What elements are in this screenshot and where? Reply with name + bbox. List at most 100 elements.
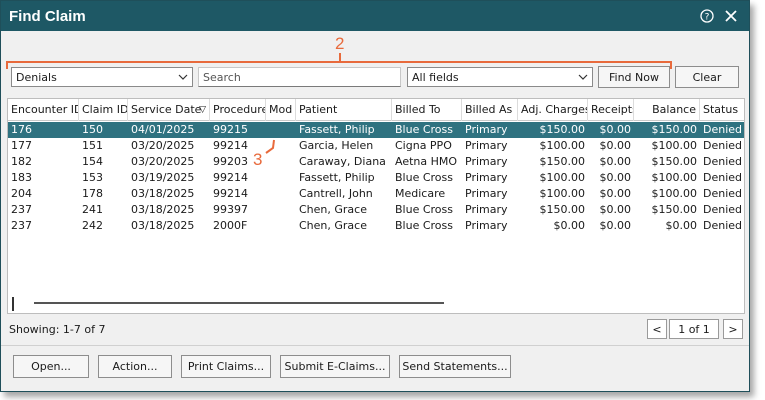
find-now-button[interactable]: Find Now: [598, 66, 670, 88]
cell-status: Denied: [703, 123, 743, 136]
header-billed-as[interactable]: Billed As: [462, 99, 518, 121]
header-mod[interactable]: Mod: [266, 99, 296, 121]
header-receipts[interactable]: Receipts: [588, 99, 634, 121]
cell-claim: 154: [82, 155, 103, 168]
help-icon[interactable]: ?: [697, 6, 717, 26]
cell-claim: 153: [82, 171, 103, 184]
header-balance[interactable]: Balance: [634, 99, 700, 121]
cell-encounter: 177: [11, 139, 32, 152]
horizontal-scrollbar[interactable]: [8, 295, 744, 313]
cell-charges: $100.00: [539, 139, 586, 152]
header-service-date-label: Service Date: [131, 103, 202, 116]
header-encounter-id[interactable]: Encounter ID: [8, 99, 79, 121]
title-bar: Find Claim ?: [1, 1, 749, 31]
cell-claim: 241: [82, 203, 103, 216]
filter-select-value: Denials: [16, 70, 57, 84]
search-input[interactable]: Search: [198, 67, 401, 87]
field-select-value: All fields: [412, 70, 459, 84]
cell-procedure: 99214: [213, 187, 248, 200]
annotation-marker-3: 3: [253, 150, 263, 169]
action-button[interactable]: Action...: [98, 355, 172, 378]
table-row[interactable]: 237 242 03/18/2025 2000F Chen, Grace Blue Cro…: [8, 218, 744, 234]
cell-date: 03/18/2025: [131, 219, 195, 232]
clear-button[interactable]: Clear: [675, 66, 739, 88]
cell-receipts: $0.00: [599, 171, 632, 184]
open-button[interactable]: Open...: [13, 355, 89, 378]
cell-charges: $100.00: [539, 171, 586, 184]
cell-billed-as: Primary: [465, 187, 508, 200]
table-row[interactable]: 204 178 03/18/2025 99214 Cantrell, John Medic…: [8, 186, 744, 202]
header-status[interactable]: Status: [700, 99, 744, 121]
cell-billed-as: Primary: [465, 155, 508, 168]
table-row[interactable]: 183 153 03/19/2025 99214 Fassett, Philip Blue…: [8, 170, 744, 186]
cell-billed-to: Blue Cross: [395, 203, 453, 216]
cell-claim: 151: [82, 139, 103, 152]
cell-balance: $150.00: [651, 155, 698, 168]
cell-status: Denied: [703, 187, 743, 200]
header-service-date[interactable]: Service Date ▽: [128, 99, 210, 121]
submit-e-claims-button[interactable]: Submit E-Claims...: [280, 355, 390, 378]
cell-charges: $150.00: [539, 155, 586, 168]
cell-procedure: 99397: [213, 203, 248, 216]
cell-procedure: 2000F: [213, 219, 248, 232]
cell-encounter: 204: [11, 187, 32, 200]
cell-patient: Garcia, Helen: [299, 139, 374, 152]
cell-status: Denied: [703, 203, 743, 216]
table-row[interactable]: 177 151 03/20/2025 99214 Garcia, Helen Cigna …: [8, 138, 744, 154]
send-statements-button[interactable]: Send Statements...: [399, 355, 511, 378]
header-procedure[interactable]: Procedure: [210, 99, 266, 121]
table-header: Encounter ID Claim ID Service Date ▽ Pro…: [8, 99, 744, 121]
prev-page-button[interactable]: <: [647, 319, 667, 339]
cell-receipts: $0.00: [599, 123, 632, 136]
header-patient[interactable]: Patient: [296, 99, 392, 121]
table-row[interactable]: 176 150 04/01/2025 99215 Fassett, Philip Blue…: [8, 122, 744, 138]
search-input-placeholder: Search: [203, 70, 241, 84]
cell-date: 04/01/2025: [131, 123, 195, 136]
cell-date: 03/19/2025: [131, 171, 195, 184]
annotation-marker-2: 2: [335, 34, 345, 53]
window-title: Find Claim: [9, 7, 86, 25]
cell-date: 03/18/2025: [131, 187, 195, 200]
cell-patient: Fassett, Philip: [299, 123, 375, 136]
table-row[interactable]: 182 154 03/20/2025 99203 Caraway, Diana Aetna…: [8, 154, 744, 170]
close-icon[interactable]: [721, 6, 741, 26]
cell-balance: $0.00: [665, 219, 698, 232]
table-row[interactable]: 237 241 03/18/2025 99397 Chen, Grace Blue Cro…: [8, 202, 744, 218]
header-claim-id[interactable]: Claim ID: [79, 99, 128, 121]
header-billed-to[interactable]: Billed To: [392, 99, 462, 121]
cell-mod: [266, 122, 296, 138]
scrollbar-thumb[interactable]: [34, 302, 444, 304]
cell-billed-as: Primary: [465, 123, 508, 136]
cell-encounter: 237: [11, 219, 32, 232]
annotation-bracket-stem: [339, 53, 341, 62]
cell-status: Denied: [703, 171, 743, 184]
cell-receipts: $0.00: [599, 203, 632, 216]
cell-receipts: $0.00: [599, 187, 632, 200]
next-page-button[interactable]: >: [723, 319, 743, 339]
showing-count: Showing: 1-7 of 7: [9, 323, 106, 336]
cell-billed-as: Primary: [465, 219, 508, 232]
cell-billed-to: Blue Cross: [395, 219, 453, 232]
cell-status: Denied: [703, 139, 743, 152]
cell-balance: $100.00: [651, 187, 698, 200]
cell-procedure: 99215: [213, 123, 248, 136]
header-adj-charges[interactable]: Adj. Charges: [518, 99, 588, 121]
print-claims-button[interactable]: Print Claims...: [181, 355, 271, 378]
find-claim-window: Find Claim ? 2 Denials Search All fields…: [0, 0, 750, 392]
cell-encounter: 183: [11, 171, 32, 184]
cell-billed-as: Primary: [465, 171, 508, 184]
cell-patient: Chen, Grace: [299, 203, 367, 216]
cell-claim: 178: [82, 187, 103, 200]
cell-date: 03/18/2025: [131, 203, 195, 216]
cell-receipts: $0.00: [599, 139, 632, 152]
cell-claim: 150: [82, 123, 103, 136]
cell-date: 03/20/2025: [131, 155, 195, 168]
cell-encounter: 237: [11, 203, 32, 216]
cell-status: Denied: [703, 219, 743, 232]
search-toolbar: Denials Search All fields Find Now Clear: [11, 66, 739, 89]
claims-table: Encounter ID Claim ID Service Date ▽ Pro…: [7, 98, 745, 314]
cell-patient: Cantrell, John: [299, 187, 373, 200]
filter-select[interactable]: Denials: [11, 67, 193, 87]
cell-billed-to: Aetna HMO: [395, 155, 458, 168]
field-select[interactable]: All fields: [407, 67, 593, 87]
